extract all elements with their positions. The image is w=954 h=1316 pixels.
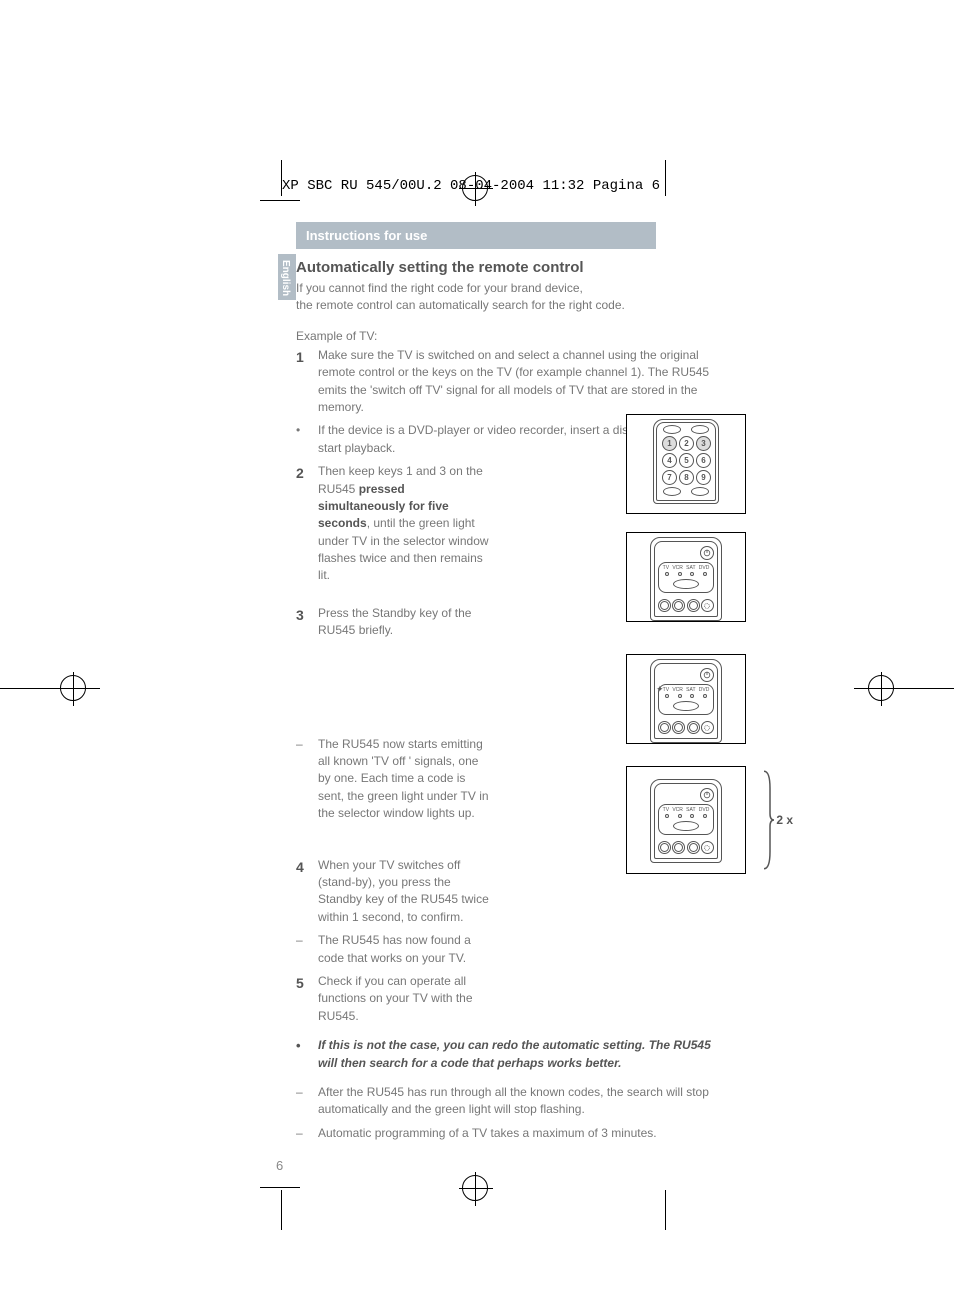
dash: – — [296, 736, 318, 823]
key-8: 8 — [679, 470, 694, 485]
section-band: Instructions for use — [296, 222, 656, 249]
print-header: XP SBC RU 545/00U.2 08-04-2004 11:32 Pag… — [282, 178, 660, 194]
step-text: Then keep keys 1 and 3 on the RU545 pres… — [318, 463, 493, 585]
brace-label: 2 x — [776, 813, 793, 827]
round-button-icon — [701, 721, 714, 734]
note-text: If this is not the case, you can redo th… — [318, 1037, 716, 1072]
key-1: 1 — [662, 436, 677, 451]
register-mark — [868, 675, 894, 701]
bullet: • — [296, 422, 318, 457]
after-note-1: – After the RU545 has run through all th… — [296, 1084, 716, 1119]
power-icon — [700, 668, 714, 682]
key-5: 5 — [679, 453, 694, 468]
round-button-icon — [658, 841, 671, 854]
round-button-icon — [672, 841, 685, 854]
note: • If this is not the case, you can redo … — [296, 1037, 716, 1072]
step-number: 2 — [296, 463, 318, 585]
step-1: 1 Make sure the TV is switched on and se… — [296, 347, 716, 417]
register-mark — [462, 1175, 488, 1201]
step-text: The RU545 now starts emitting all known … — [318, 736, 493, 823]
round-button-icon — [687, 721, 700, 734]
round-button-icon — [687, 599, 700, 612]
language-label: English — [280, 260, 291, 296]
step-number: 4 — [296, 857, 318, 927]
round-button-icon — [687, 841, 700, 854]
key-4: 4 — [662, 453, 677, 468]
round-button-icon — [658, 599, 671, 612]
crop-mark — [260, 1187, 300, 1188]
key-7: 7 — [662, 470, 677, 485]
diagram-keypad: 1 2 3 4 5 6 7 8 9 — [626, 414, 746, 514]
round-button-icon — [701, 841, 714, 854]
language-tab: English — [278, 254, 296, 300]
power-icon — [700, 546, 714, 560]
round-button-icon — [672, 721, 685, 734]
dash: – — [296, 932, 318, 967]
crop-mark — [665, 160, 666, 196]
key-9: 9 — [696, 470, 711, 485]
step-text: Make sure the TV is switched on and sele… — [318, 347, 716, 417]
step-text: After the RU545 has run through all the … — [318, 1084, 716, 1119]
crop-mark — [665, 1190, 666, 1230]
dash: – — [296, 1125, 318, 1142]
crop-mark — [260, 200, 300, 201]
diagram-standby: TVVCRSATDVD — [626, 532, 746, 622]
key-6: 6 — [696, 453, 711, 468]
after-note-2: – Automatic programming of a TV takes a … — [296, 1125, 716, 1142]
step-text: Automatic programming of a TV takes a ma… — [318, 1125, 716, 1142]
diagram-signal: ✦ TVVCRSATDVD — [626, 654, 746, 744]
page-number: 6 — [276, 1158, 283, 1173]
round-button-icon — [658, 721, 671, 734]
step-text: The RU545 has now found a code that work… — [318, 932, 493, 967]
round-button-icon — [701, 599, 714, 612]
step-text: Check if you can operate all functions o… — [318, 973, 493, 1025]
step-4b: – The RU545 has now found a code that wo… — [296, 932, 716, 967]
page-title: Automatically setting the remote control — [296, 259, 716, 276]
power-icon — [700, 788, 714, 802]
step-number: 5 — [296, 973, 318, 1025]
key-2: 2 — [679, 436, 694, 451]
step-5: 5 Check if you can operate all functions… — [296, 973, 716, 1025]
intro-text: If you cannot find the right code for yo… — [296, 280, 716, 315]
step-text: When your TV switches off (stand-by), yo… — [318, 857, 493, 927]
brace-icon: 2 x — [762, 767, 793, 873]
step-number: 1 — [296, 347, 318, 417]
step-text: Press the Standby key of the RU545 brief… — [318, 605, 493, 640]
key-3: 3 — [696, 436, 711, 451]
sparkle-icon: ✦ — [656, 684, 664, 695]
example-label: Example of TV: — [296, 329, 716, 343]
dash: – — [296, 1084, 318, 1119]
crop-mark — [281, 1190, 282, 1230]
diagram-confirm: 2 x TVVCRSATDVD — [626, 766, 746, 874]
bullet: • — [296, 1037, 318, 1072]
register-mark — [60, 675, 86, 701]
step-number: 3 — [296, 605, 318, 640]
round-button-icon — [672, 599, 685, 612]
